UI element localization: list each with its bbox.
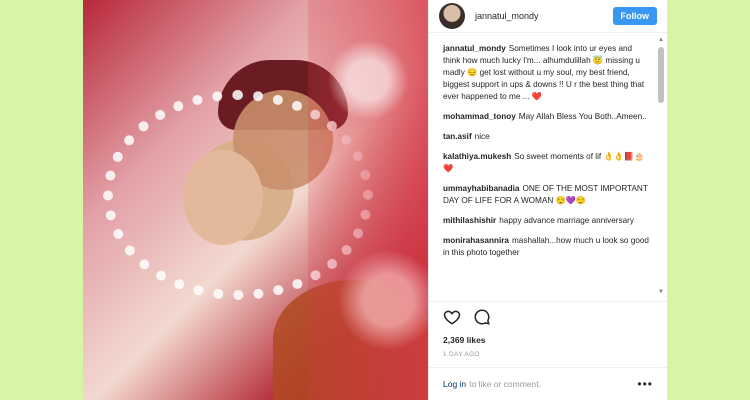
comment-username[interactable]: tan.asif: [443, 132, 472, 141]
comment-username[interactable]: mohammad_tonoy: [443, 112, 516, 121]
likes-count[interactable]: 2,369 likes: [429, 331, 667, 349]
login-link[interactable]: Log in: [443, 379, 466, 389]
comment-item: mohammad_tonoy May Allah Bless You Both..…: [443, 111, 649, 123]
comments-list[interactable]: jannatul_mondy Sometimes I look into ur e…: [429, 33, 667, 301]
comment-username[interactable]: monirahasannira: [443, 236, 509, 245]
header-username[interactable]: jannatul_mondy: [475, 11, 613, 21]
comment-item: jannatul_mondy Sometimes I look into ur e…: [443, 43, 649, 103]
comment-username[interactable]: mithilashishir: [443, 216, 496, 225]
post-header: jannatul_mondy Follow: [429, 0, 667, 33]
post-time[interactable]: 1 DAY AGO: [429, 349, 667, 367]
comment-item: ummayhabibanadia ONE OF THE MOST IMPORTAN…: [443, 183, 649, 207]
comment-item: tan.asif nice: [443, 131, 649, 143]
comment-item: kalathiya.mukesh So sweet moments of lif …: [443, 151, 649, 175]
comment-item: mithilashishir happy advance marriage ann…: [443, 215, 649, 227]
comments-scrollbar[interactable]: ▲ ▼: [657, 37, 665, 295]
post-footer: Log in to like or comment. •••: [429, 367, 667, 400]
scroll-up-arrow-icon[interactable]: ▲: [658, 37, 664, 43]
follow-button[interactable]: Follow: [612, 7, 657, 25]
instagram-post: jannatul_mondy Follow jannatul_mondy Some…: [83, 0, 667, 400]
comment-username[interactable]: kalathiya.mukesh: [443, 152, 511, 161]
comment-text: happy advance marriage anniversary: [499, 216, 634, 225]
more-options-icon[interactable]: •••: [637, 377, 653, 391]
post-sidebar: jannatul_mondy Follow jannatul_mondy Some…: [428, 0, 667, 400]
post-actions: [429, 301, 667, 331]
scroll-thumb[interactable]: [658, 47, 664, 103]
scroll-down-arrow-icon[interactable]: ▼: [658, 289, 664, 295]
comment-item: monirahasannira mashallah...how much u lo…: [443, 235, 649, 259]
photo-detail: [308, 0, 428, 400]
login-suffix: to like or comment.: [469, 379, 541, 389]
comment-username[interactable]: ummayhabibanadia: [443, 184, 519, 193]
comment-text: nice: [474, 132, 490, 141]
comment-text: May Allah Bless You Both..Ameen..: [518, 112, 647, 121]
comment-icon[interactable]: [473, 308, 491, 326]
post-photo[interactable]: [83, 0, 428, 400]
avatar[interactable]: [439, 3, 465, 29]
heart-icon[interactable]: [443, 308, 461, 326]
comment-username[interactable]: jannatul_mondy: [443, 44, 506, 53]
